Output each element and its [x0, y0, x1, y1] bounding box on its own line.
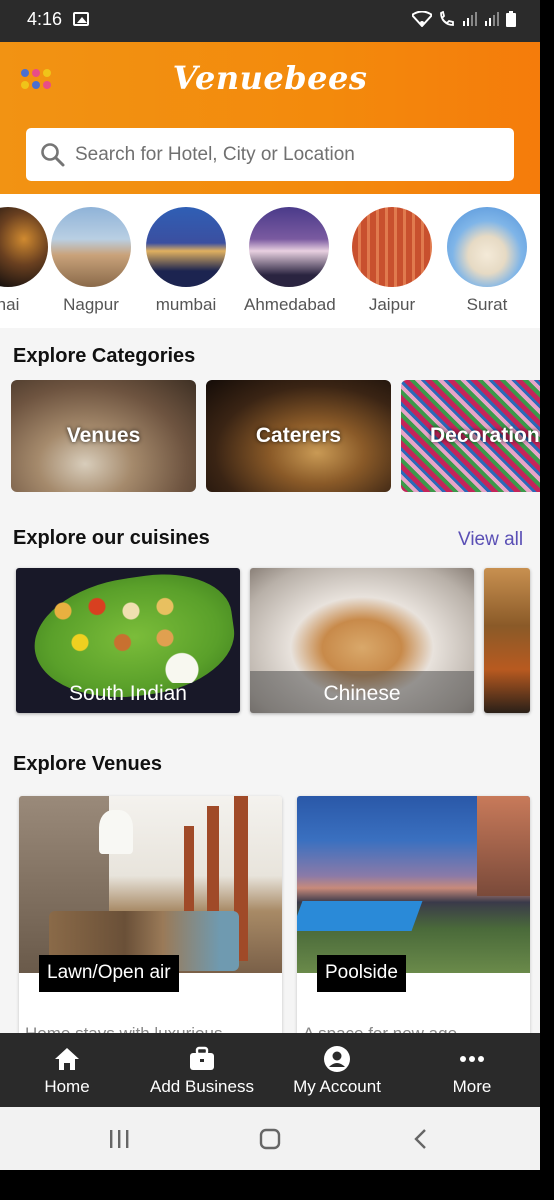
lamp	[99, 810, 133, 854]
category-label: Decoration	[430, 424, 540, 447]
briefcase-icon	[188, 1045, 216, 1073]
cuisine-card-partial[interactable]	[484, 568, 530, 713]
screen-edge	[540, 0, 554, 1200]
system-navigation-bar	[0, 1107, 540, 1170]
category-card-decoration[interactable]: Decoration	[401, 380, 540, 492]
nav-more[interactable]: More	[422, 1033, 522, 1107]
venue-tag: Lawn/Open air	[39, 955, 179, 992]
venue-tag: Poolside	[317, 955, 406, 992]
system-icons	[410, 10, 516, 32]
city-item[interactable]: Jaipur	[347, 207, 437, 315]
city-item[interactable]: mumbai	[141, 207, 231, 315]
nav-label: More	[452, 1077, 492, 1096]
search-icon	[40, 142, 66, 168]
brand-logo: Venuebees	[172, 59, 368, 97]
city-image	[352, 207, 432, 287]
nav-my-account[interactable]: My Account	[282, 1033, 392, 1107]
city-name: Ahmedabad	[244, 295, 336, 314]
search-input[interactable]	[75, 143, 495, 166]
recents-icon[interactable]	[108, 1129, 130, 1154]
food-dots	[46, 593, 216, 683]
city-name: mumbai	[155, 295, 217, 314]
nav-label: Home	[44, 1077, 90, 1096]
city-item[interactable]: Nagpur	[46, 207, 136, 315]
back-icon[interactable]	[413, 1128, 429, 1155]
venue-card-lawn[interactable]: Lawn/Open air Home stays with luxurious	[19, 796, 282, 1056]
cuisines-title: Explore our cuisines	[13, 527, 210, 549]
venue-image	[19, 796, 282, 973]
app-header: Venuebees	[0, 42, 540, 194]
city-image	[249, 207, 329, 287]
category-label: Venues	[66, 424, 141, 447]
cuisine-label: South Indian	[69, 682, 187, 705]
more-icon	[458, 1045, 486, 1073]
category-label: Caterers	[255, 424, 342, 447]
phone-screen: 4:16 Venuebees Search for Hotel, City or…	[0, 0, 540, 1170]
bottom-navigation: Home Add Business My Account More	[0, 1033, 540, 1107]
screen-edge	[0, 1170, 554, 1200]
category-card-caterers[interactable]: Caterers	[206, 380, 391, 492]
home-icon	[53, 1045, 81, 1073]
search-bar[interactable]	[26, 128, 514, 181]
venue-card-poolside[interactable]: Poolside A space for new age	[297, 796, 530, 1056]
city-image	[447, 207, 527, 287]
city-image	[146, 207, 226, 287]
city-image	[0, 207, 48, 287]
city-item[interactable]: Ahmedabad	[244, 207, 336, 315]
pool	[297, 901, 423, 931]
city-item[interactable]: Surat	[442, 207, 532, 315]
signal-icon-1	[462, 12, 478, 31]
city-strip: nai Nagpur mumbai Ahmedabad Jaipur Surat	[0, 194, 540, 328]
battery-icon	[506, 11, 516, 32]
signal-icon-2	[484, 12, 500, 31]
status-time: 4:16	[27, 9, 63, 29]
nav-label: Add Business	[150, 1077, 254, 1096]
nav-home[interactable]: Home	[17, 1033, 117, 1107]
wifi-icon	[410, 10, 434, 32]
status-bar: 4:16	[0, 0, 540, 42]
cuisine-image	[484, 568, 530, 713]
nav-add-business[interactable]: Add Business	[137, 1033, 267, 1107]
cuisine-card-south-indian[interactable]: South Indian	[16, 568, 240, 713]
house	[477, 796, 530, 896]
city-name: Surat	[466, 295, 508, 314]
view-all-link[interactable]: View all	[458, 529, 523, 551]
home-button-icon[interactable]	[259, 1128, 281, 1155]
city-name: Jaipur	[368, 295, 416, 314]
call-icon	[438, 10, 456, 32]
venues-title: Explore Venues	[13, 753, 162, 775]
city-image	[51, 207, 131, 287]
category-card-venues[interactable]: Venues	[11, 380, 196, 492]
city-name: Nagpur	[63, 295, 119, 314]
cuisine-label: Chinese	[323, 682, 401, 705]
categories-title: Explore Categories	[13, 345, 196, 367]
image-notification-icon	[73, 12, 89, 26]
account-icon	[323, 1045, 351, 1073]
venue-image	[297, 796, 530, 973]
cuisine-card-chinese[interactable]: Chinese	[250, 568, 474, 713]
nav-label: My Account	[293, 1077, 381, 1096]
